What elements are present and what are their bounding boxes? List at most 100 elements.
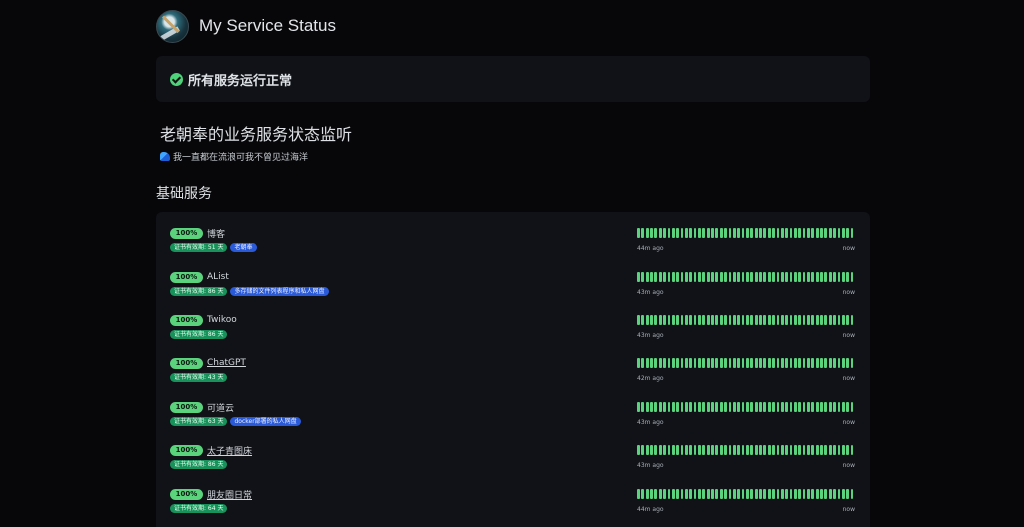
heartbeat-beat[interactable] bbox=[650, 228, 653, 238]
heartbeat-beat[interactable] bbox=[802, 358, 806, 368]
heartbeat-beat[interactable] bbox=[837, 489, 841, 499]
heartbeat-beat[interactable] bbox=[772, 272, 775, 282]
heartbeat-beat[interactable] bbox=[815, 445, 819, 455]
heartbeat-beat[interactable] bbox=[689, 272, 693, 282]
heartbeat-beat[interactable] bbox=[820, 489, 823, 499]
heartbeat-beat[interactable] bbox=[715, 272, 719, 282]
heartbeat-beat[interactable] bbox=[693, 358, 697, 368]
heartbeat-beat[interactable] bbox=[820, 358, 823, 368]
heartbeat-beat[interactable] bbox=[745, 358, 749, 368]
heartbeat-beat[interactable] bbox=[785, 315, 789, 325]
heartbeat-beat[interactable] bbox=[759, 358, 762, 368]
heartbeat-beat[interactable] bbox=[706, 489, 710, 499]
heartbeat-beat[interactable] bbox=[689, 402, 693, 412]
heartbeat-beat[interactable] bbox=[798, 358, 802, 368]
heartbeat-beat[interactable] bbox=[711, 272, 714, 282]
heartbeat-beat[interactable] bbox=[637, 315, 640, 325]
heartbeat-beat[interactable] bbox=[684, 445, 688, 455]
heartbeat-beat[interactable] bbox=[828, 445, 832, 455]
heartbeat-beat[interactable] bbox=[728, 402, 732, 412]
heartbeat-beat[interactable] bbox=[663, 445, 666, 455]
heartbeat-beat[interactable] bbox=[807, 445, 810, 455]
service-name[interactable]: 朋友圈日常 bbox=[207, 488, 252, 501]
heartbeat-beat[interactable] bbox=[741, 272, 745, 282]
heartbeat-beat[interactable] bbox=[654, 272, 658, 282]
heartbeat-beat[interactable] bbox=[641, 402, 645, 412]
heartbeat-beat[interactable] bbox=[680, 402, 684, 412]
heartbeat-beat[interactable] bbox=[754, 358, 758, 368]
heartbeat-beat[interactable] bbox=[833, 358, 836, 368]
heartbeat-beat[interactable] bbox=[772, 402, 775, 412]
heartbeat-beat[interactable] bbox=[776, 402, 780, 412]
heartbeat-beat[interactable] bbox=[750, 358, 754, 368]
heartbeat-beat[interactable] bbox=[650, 445, 653, 455]
heartbeat-beat[interactable] bbox=[702, 272, 706, 282]
heartbeat-beat[interactable] bbox=[754, 445, 758, 455]
heartbeat-beat[interactable] bbox=[833, 272, 836, 282]
heartbeat-beat[interactable] bbox=[802, 445, 806, 455]
heartbeat-beat[interactable] bbox=[824, 402, 828, 412]
heartbeat-beat[interactable] bbox=[846, 402, 850, 412]
heartbeat-beat[interactable] bbox=[850, 228, 854, 238]
heartbeat-beat[interactable] bbox=[789, 272, 793, 282]
heartbeat-beat[interactable] bbox=[702, 358, 706, 368]
heartbeat-beat[interactable] bbox=[793, 402, 797, 412]
heartbeat-beat[interactable] bbox=[776, 445, 780, 455]
heartbeat-beat[interactable] bbox=[802, 272, 806, 282]
heartbeat-beat[interactable] bbox=[724, 228, 727, 238]
heartbeat-beat[interactable] bbox=[793, 228, 797, 238]
heartbeat-beat[interactable] bbox=[689, 228, 693, 238]
heartbeat-beat[interactable] bbox=[654, 489, 658, 499]
heartbeat-beat[interactable] bbox=[850, 402, 854, 412]
heartbeat-beat[interactable] bbox=[759, 272, 762, 282]
heartbeat-beat[interactable] bbox=[824, 272, 828, 282]
heartbeat-beat[interactable] bbox=[811, 358, 815, 368]
heartbeat-beat[interactable] bbox=[763, 489, 767, 499]
heartbeat-beat[interactable] bbox=[645, 272, 649, 282]
heartbeat-beat[interactable] bbox=[833, 228, 836, 238]
heartbeat-beat[interactable] bbox=[759, 315, 762, 325]
heartbeat-beat[interactable] bbox=[650, 402, 653, 412]
heartbeat-beat[interactable] bbox=[719, 272, 723, 282]
heartbeat-beat[interactable] bbox=[772, 228, 775, 238]
heartbeat-beat[interactable] bbox=[785, 358, 789, 368]
heartbeat-beat[interactable] bbox=[728, 445, 732, 455]
heartbeat-beat[interactable] bbox=[737, 445, 741, 455]
heartbeat-beat[interactable] bbox=[828, 315, 832, 325]
heartbeat-beat[interactable] bbox=[846, 489, 850, 499]
heartbeat-beat[interactable] bbox=[658, 228, 662, 238]
heartbeat-beat[interactable] bbox=[658, 402, 662, 412]
heartbeat-beat[interactable] bbox=[763, 358, 767, 368]
heartbeat-beat[interactable] bbox=[724, 315, 727, 325]
heartbeat-beat[interactable] bbox=[680, 228, 684, 238]
heartbeat-beat[interactable] bbox=[780, 358, 784, 368]
heartbeat-beat[interactable] bbox=[828, 272, 832, 282]
heartbeat-beat[interactable] bbox=[820, 315, 823, 325]
heartbeat-beat[interactable] bbox=[833, 445, 836, 455]
heartbeat-beat[interactable] bbox=[807, 489, 810, 499]
heartbeat-beat[interactable] bbox=[728, 358, 732, 368]
heartbeat-beat[interactable] bbox=[637, 445, 640, 455]
heartbeat-beat[interactable] bbox=[776, 228, 780, 238]
heartbeat-beat[interactable] bbox=[846, 358, 850, 368]
heartbeat-beat[interactable] bbox=[684, 228, 688, 238]
heartbeat-beat[interactable] bbox=[702, 228, 706, 238]
heartbeat-beat[interactable] bbox=[724, 489, 727, 499]
heartbeat-beat[interactable] bbox=[802, 228, 806, 238]
heartbeat-beat[interactable] bbox=[637, 228, 640, 238]
heartbeat-beat[interactable] bbox=[833, 315, 836, 325]
avatar-logo[interactable] bbox=[156, 9, 189, 43]
heartbeat-beat[interactable] bbox=[828, 358, 832, 368]
heartbeat-beat[interactable] bbox=[837, 272, 841, 282]
heartbeat-beat[interactable] bbox=[741, 315, 745, 325]
heartbeat-beat[interactable] bbox=[676, 272, 680, 282]
heartbeat-beat[interactable] bbox=[663, 315, 666, 325]
heartbeat-beat[interactable] bbox=[654, 445, 658, 455]
heartbeat-beat[interactable] bbox=[837, 358, 841, 368]
heartbeat-beat[interactable] bbox=[719, 489, 723, 499]
heartbeat-beat[interactable] bbox=[776, 272, 780, 282]
heartbeat-beat[interactable] bbox=[785, 228, 789, 238]
heartbeat-beat[interactable] bbox=[654, 358, 658, 368]
heartbeat-beat[interactable] bbox=[759, 402, 762, 412]
heartbeat-beat[interactable] bbox=[780, 272, 784, 282]
